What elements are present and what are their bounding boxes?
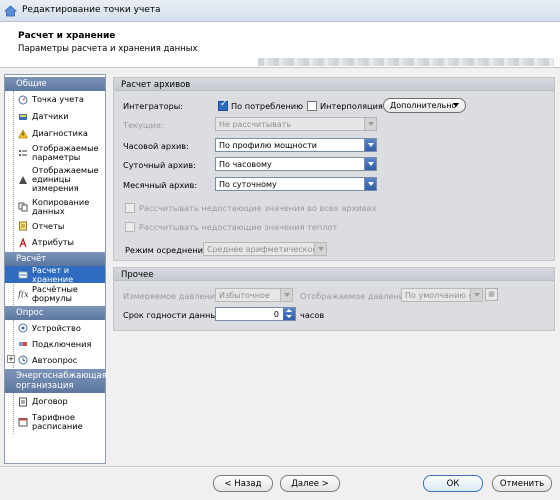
title-bar: Редактирование точки учета	[0, 0, 560, 22]
page-subtitle: Параметры расчета и хранения данных	[18, 44, 198, 54]
sidebar-item-reports[interactable]: Отчеты	[5, 218, 105, 234]
sidebar-item-sensors[interactable]: Датчики	[5, 108, 105, 125]
chevron-down-icon	[280, 289, 292, 301]
chevron-down-icon	[364, 158, 376, 170]
hourly-archive-label: Часовой архив:	[123, 141, 189, 151]
chevron-down-icon	[364, 178, 376, 190]
connection-icon	[19, 342, 27, 346]
sidebar-group-calculation[interactable]: Расчёт	[5, 252, 105, 266]
sidebar-item-displayed-params[interactable]: Отображаемые параметры	[5, 142, 105, 164]
sidebar-item-displayed-units[interactable]: Отображаемые единицы измерения	[5, 164, 105, 195]
sidebar-item-device[interactable]: Устройство	[5, 320, 105, 336]
chevron-down-icon	[364, 118, 376, 130]
copy-icon	[18, 202, 28, 211]
ok-button[interactable]: ОК	[423, 475, 483, 492]
meter-icon	[18, 95, 28, 104]
list-icon	[19, 150, 27, 156]
spinner-arrows-icon[interactable]	[283, 308, 295, 320]
archives-section-title: Расчет архивов	[114, 78, 554, 91]
window-title: Редактирование точки учета	[22, 5, 161, 15]
shelf-life-label: Срок годности данных:	[123, 310, 225, 320]
sidebar-item-connections[interactable]: Подключения	[5, 336, 105, 352]
expand-icon[interactable]: +	[7, 355, 15, 363]
chevron-down-icon	[364, 139, 376, 151]
interpolation-label: Интерполяция	[320, 101, 383, 111]
archives-section: Расчет архивов Интеграторы: По потреблен…	[113, 77, 555, 261]
warning-icon	[18, 128, 28, 138]
daily-archive-label: Суточный архив:	[123, 160, 196, 170]
page-title: Расчет и хранение	[18, 31, 116, 41]
cancel-button[interactable]: Отменить	[492, 475, 552, 492]
daily-archive-select[interactable]: По часовому	[215, 157, 377, 171]
sidebar-item-autopoll[interactable]: + Автоопрос	[5, 352, 105, 368]
monthly-archive-select[interactable]: По суточному	[215, 177, 377, 191]
header-panel: Расчет и хранение Параметры расчета и хр…	[0, 22, 560, 68]
monthly-archive-label: Месячный архив:	[123, 180, 198, 190]
additional-dropdown-button[interactable]: Дополнительно	[383, 98, 466, 113]
missing-heat-checkbox[interactable]	[125, 222, 135, 232]
sidebar-item-tariff[interactable]: Тарифное расписание	[5, 410, 105, 434]
current-select[interactable]: Не рассчитывать	[215, 117, 377, 131]
sidebar: Общие Точка учета Датчики Диагностика От…	[4, 74, 107, 464]
formula-icon: f(x)	[18, 290, 28, 299]
sidebar-item-calc-formulas[interactable]: f(x) Расчётные формулы	[5, 283, 105, 305]
svg-text:f(x): f(x)	[18, 290, 28, 299]
missing-heat-label: Рассчитывать недостающие значения теплот	[139, 222, 338, 232]
device-icon	[18, 323, 28, 333]
sidebar-item-attributes[interactable]: Атрибуты	[5, 234, 105, 251]
contract-icon	[19, 397, 27, 406]
sidebar-item-copy-data[interactable]: Копирование данных	[5, 195, 105, 218]
missing-all-checkbox[interactable]	[125, 203, 135, 213]
averaging-mode-select[interactable]: Среднее арифметическое	[203, 242, 327, 256]
chevron-down-icon	[314, 243, 326, 255]
dialog-window: Редактирование точки учета Расчет и хран…	[0, 0, 560, 500]
attribute-icon	[19, 237, 27, 247]
report-icon	[19, 221, 27, 231]
other-section-title: Прочее	[114, 268, 554, 281]
sidebar-group-general[interactable]: Общие	[5, 77, 105, 91]
back-button[interactable]: < Назад	[213, 475, 273, 492]
shelf-life-spinner[interactable]: 0	[215, 307, 296, 321]
sidebar-item-contract[interactable]: Договор	[5, 393, 105, 410]
displayed-pressure-select[interactable]: По умолчанию (из ...	[401, 288, 483, 302]
current-label: Текущие:	[123, 120, 164, 130]
other-section: Прочее Измеряемое давление: Избыточное О…	[113, 267, 555, 331]
sidebar-item-diagnostics[interactable]: Диагностика	[5, 125, 105, 142]
missing-all-label: Рассчитывать недостающие значения во все…	[139, 203, 377, 213]
main-panel: Расчет архивов Интеграторы: По потреблен…	[113, 74, 555, 464]
interpolation-checkbox[interactable]	[307, 101, 317, 111]
hourly-archive-select[interactable]: По профилю мощности	[215, 138, 377, 152]
chevron-down-icon	[470, 289, 482, 301]
integrators-label: Интеграторы:	[123, 101, 183, 111]
schedule-icon	[18, 418, 28, 427]
pressure-settings-button[interactable]: ▦	[485, 288, 498, 301]
sensor-icon	[19, 113, 27, 120]
measured-pressure-select[interactable]: Избыточное	[215, 288, 293, 302]
on-demand-checkbox[interactable]	[218, 99, 228, 111]
averaging-mode-label: Режим осреднения:	[125, 245, 211, 255]
storage-icon	[18, 271, 28, 278]
sidebar-group-polling[interactable]: Опрос	[5, 306, 105, 320]
sidebar-group-energy-org[interactable]: Энергоснабжающая организация	[5, 369, 107, 393]
blurred-region	[258, 58, 554, 66]
clock-icon	[18, 355, 28, 365]
shelf-life-unit: часов	[300, 310, 325, 320]
units-icon	[19, 175, 27, 184]
on-demand-label: По потреблению	[231, 101, 304, 111]
footer: < Назад Далее > ОК Отменить	[0, 466, 560, 500]
measured-pressure-label: Измеряемое давление:	[123, 291, 223, 301]
next-button[interactable]: Далее >	[280, 475, 340, 492]
sidebar-item-metering-point[interactable]: Точка учета	[5, 91, 105, 108]
sidebar-item-calc-storage[interactable]: Расчет и хранение	[5, 265, 105, 283]
app-icon	[4, 5, 17, 17]
displayed-pressure-label: Отображаемое давление:	[300, 291, 412, 301]
